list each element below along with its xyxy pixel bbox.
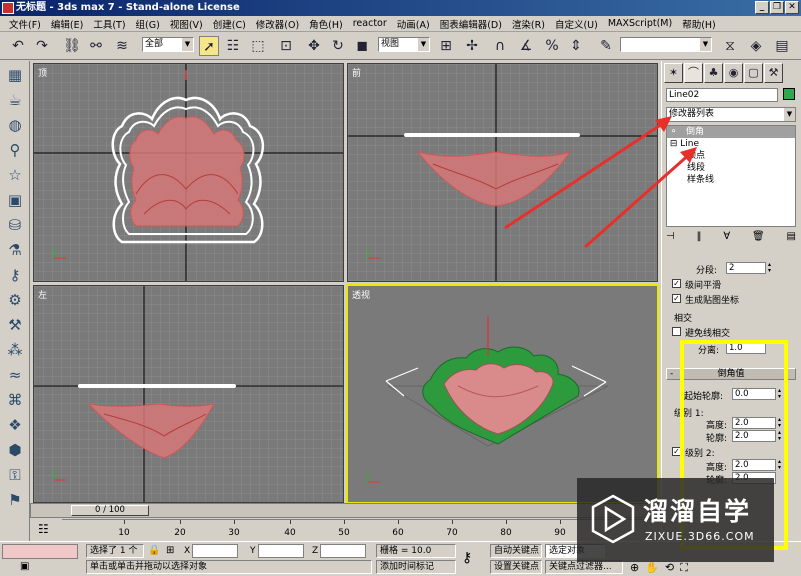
viewport-label[interactable]: 前 <box>352 66 361 79</box>
time-slider-track[interactable]: 0 / 100 <box>30 503 661 518</box>
x-coordinate-field[interactable] <box>192 544 238 558</box>
maximize-viewport-icon[interactable]: ⛶ <box>680 561 688 575</box>
selection-count: 选择了 1 个 <box>86 544 144 558</box>
play-logo-icon <box>591 494 635 544</box>
viewport-label[interactable]: 透视 <box>352 288 370 301</box>
prompt-line: 单击或单击并拖动以选择对象 <box>86 560 372 574</box>
grid-size: 栅格 = 10.0 <box>376 544 456 558</box>
watermark-url: ZIXUE.3D66.COM <box>645 530 755 543</box>
zoom-icon[interactable]: ⊕ <box>630 561 639 575</box>
script-icon[interactable]: ▣ <box>20 561 29 572</box>
watermark: 溜溜自学 ZIXUE.3D66.COM <box>577 478 774 562</box>
absolute-mode-icon[interactable]: ⊞ <box>166 545 174 556</box>
orbit-icon[interactable]: ⟲ <box>665 561 674 575</box>
z-label: Z <box>312 546 319 556</box>
key-filters-button[interactable]: 关键点过滤器... <box>545 560 623 574</box>
arrowhead-icon <box>655 116 672 132</box>
set-key-button[interactable]: 设置关键点 <box>490 560 542 574</box>
auto-key-button[interactable]: 自动关键点 <box>490 544 542 558</box>
add-time-tag[interactable]: 添加时间标记 <box>376 560 456 574</box>
viewport-label[interactable]: 顶 <box>38 66 47 79</box>
track-bar-icon[interactable]: ☷ <box>38 522 49 536</box>
z-coordinate-field[interactable] <box>320 544 366 558</box>
time-slider[interactable]: 0 / 100 <box>71 505 149 516</box>
viewport-label[interactable]: 左 <box>38 288 47 301</box>
key-icon[interactable]: ⚷ <box>462 550 472 566</box>
timeline-ruler[interactable]: 10 20 30 40 50 60 70 80 90 <box>62 519 661 540</box>
maxscript-listener-mini[interactable] <box>2 544 78 559</box>
lock-icon[interactable]: 🔒 <box>148 545 160 556</box>
y-coordinate-field[interactable] <box>258 544 304 558</box>
pan-icon[interactable]: ✋ <box>645 561 659 575</box>
y-label: Y <box>250 546 256 556</box>
watermark-brand: 溜溜自学 <box>643 497 752 526</box>
x-label: X <box>184 546 191 556</box>
